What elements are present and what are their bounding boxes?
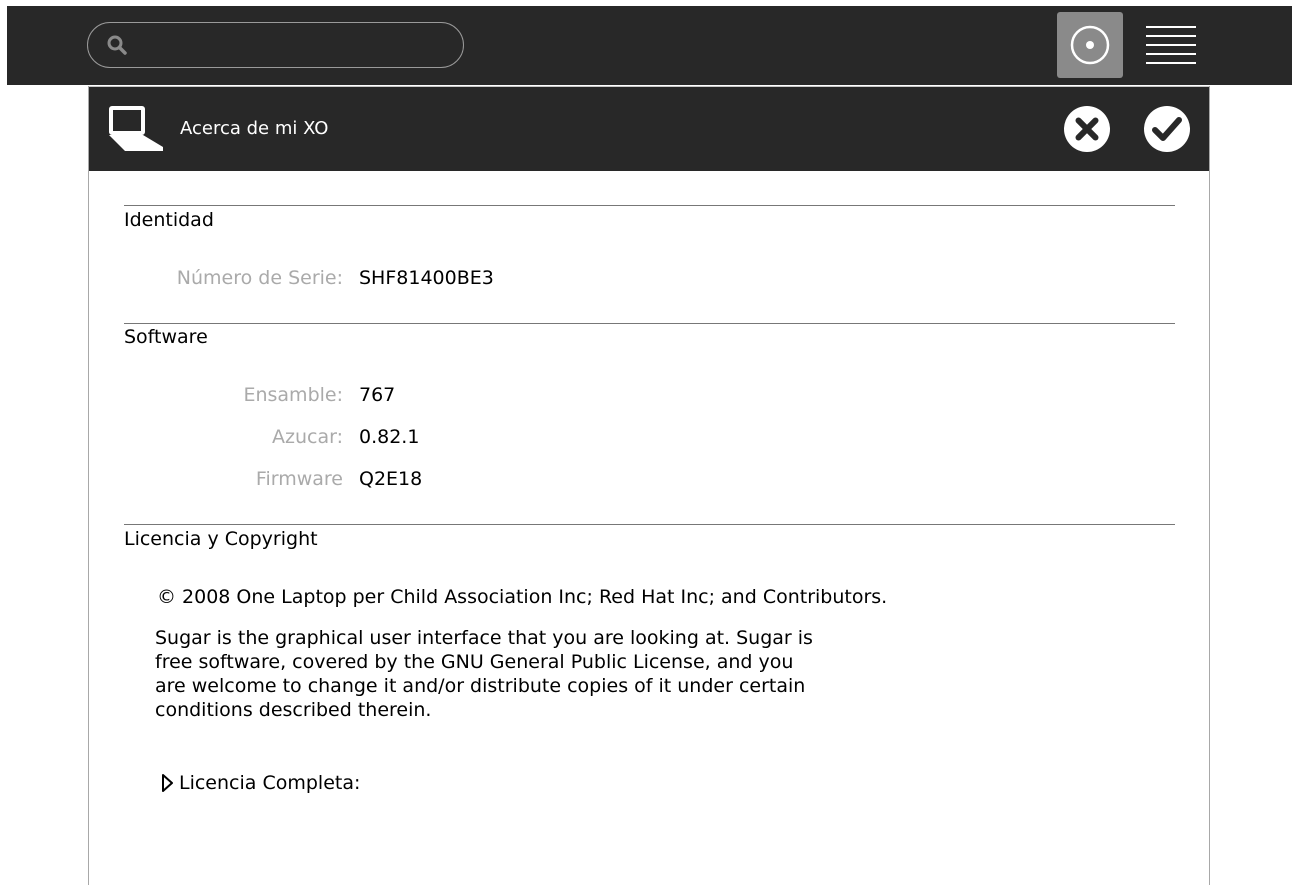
serial-number-label: Número de Serie: <box>176 267 343 289</box>
sugar-version-value: 0.82.1 <box>359 426 420 448</box>
accept-button[interactable] <box>1143 105 1191 153</box>
hamburger-icon[interactable] <box>1143 18 1199 74</box>
frame-toolbar <box>7 6 1292 85</box>
section-title-identity: Identidad <box>124 209 214 231</box>
triangle-right-icon <box>162 774 173 792</box>
laptop-icon <box>109 106 163 151</box>
search-input[interactable] <box>87 22 464 68</box>
build-label: Ensamble: <box>243 384 343 406</box>
search-icon <box>107 35 127 55</box>
full-license-expander[interactable]: Licencia Completa: <box>161 772 360 794</box>
cancel-button[interactable] <box>1063 105 1111 153</box>
firmware-value: Q2E18 <box>359 468 423 490</box>
section-title-software: Software <box>124 326 208 348</box>
panel-title: Acerca de mi XO <box>180 118 329 139</box>
circle-dot-icon <box>1070 25 1110 65</box>
build-value: 767 <box>359 384 396 406</box>
full-license-label: Licencia Completa: <box>179 772 361 794</box>
copyright-text: © 2008 One Laptop per Child Association … <box>157 586 888 608</box>
section-divider <box>124 524 1175 525</box>
about-panel: Acerca de mi XO Identidad Número de Seri… <box>88 86 1210 885</box>
sugar-version-label: Azucar: <box>272 426 343 448</box>
section-divider <box>124 323 1175 324</box>
license-summary: Sugar is the graphical user interface th… <box>155 627 813 721</box>
section-divider <box>124 205 1175 206</box>
home-view-button[interactable] <box>1057 12 1123 78</box>
section-title-license: Licencia y Copyright <box>124 528 318 550</box>
serial-number-value: SHF81400BE3 <box>359 267 494 289</box>
firmware-label: Firmware <box>255 468 343 490</box>
panel-header: Acerca de mi XO <box>89 86 1209 171</box>
